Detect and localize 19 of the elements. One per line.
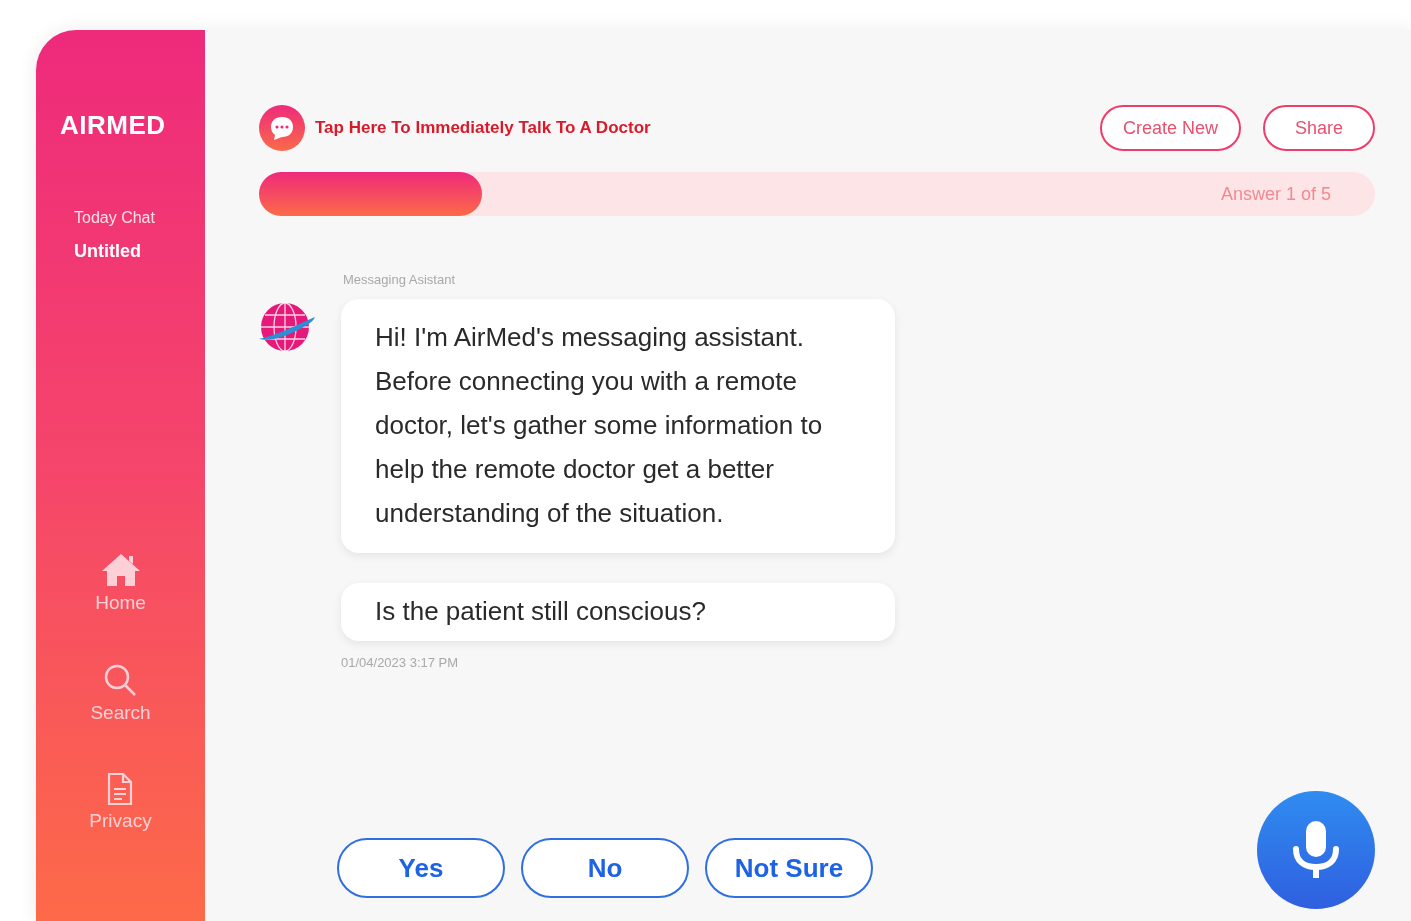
logo: AIRMED [60,110,167,141]
chat-icon [259,105,305,151]
talk-to-doctor-link[interactable]: Tap Here To Immediately Talk To A Doctor [259,105,651,151]
progress-label: Answer 1 of 5 [1220,183,1331,205]
chat-item[interactable]: Untitled [74,241,205,262]
nav-item[interactable]: Search [90,662,151,724]
section-label: Today Chat [74,209,156,227]
message-bubble: Hi! I'm AirMed's messaging assistant. Before connecting you with a remote doctor, let's gather some information to help the remote doctor get a better understanding of the situation. [341,299,895,553]
timestamp: 01/04/2023 3:17 PM [341,655,460,670]
outline-button[interactable]: Create New [1099,105,1241,151]
document-icon [106,772,135,806]
nav-item[interactable]: Privacy [89,772,152,832]
sender-name: Messaging Asistant [343,272,456,287]
answer-button[interactable]: Not Sure [705,838,873,898]
answer-button[interactable]: Yes [337,838,505,898]
nav-item[interactable]: Home [95,552,146,614]
answer-button[interactable]: No [521,838,689,898]
outline-button[interactable]: Share [1262,105,1375,151]
message-bubble: Is the patient still conscious? [341,583,895,641]
